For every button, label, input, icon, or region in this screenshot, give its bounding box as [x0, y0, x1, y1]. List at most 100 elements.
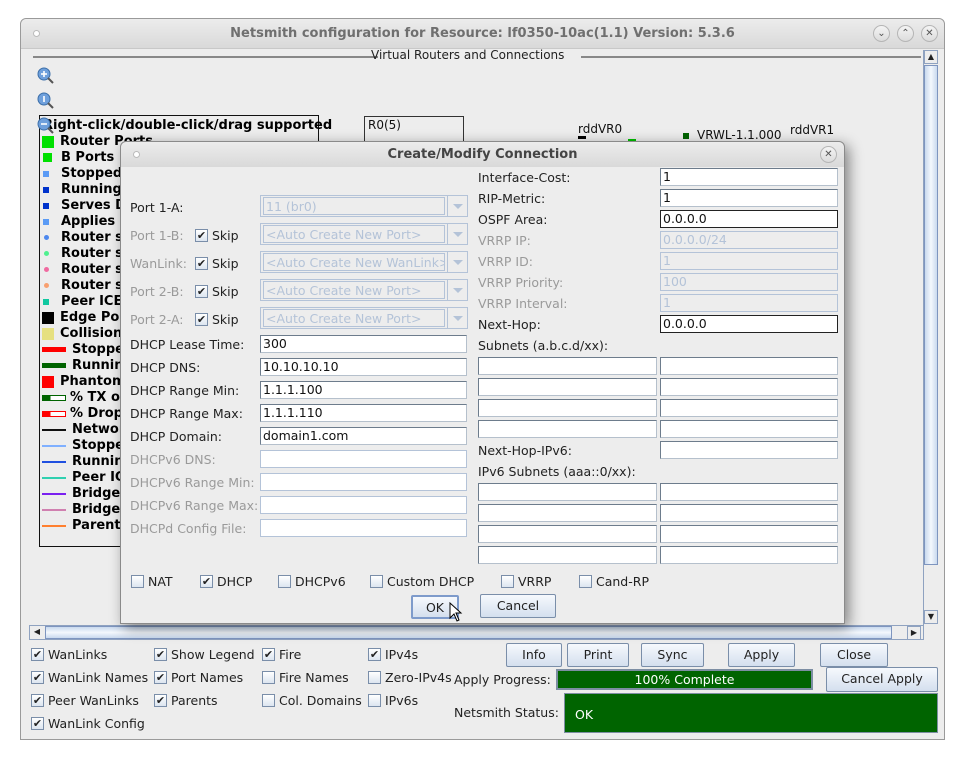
ipv6-subnet-input[interactable]	[660, 483, 838, 501]
port1b-select[interactable]: <Auto Create New Port>	[260, 223, 468, 245]
node-label-rddvr1[interactable]: rddVR1	[790, 123, 834, 137]
zoom-out-icon[interactable]	[37, 117, 55, 135]
port1a-select[interactable]: 11 (br0)	[260, 195, 468, 217]
ipv6-subnet-input[interactable]	[478, 504, 657, 522]
ospf-area-input[interactable]: 0.0.0.0	[660, 210, 838, 228]
wanlink-label[interactable]: VRWL-1.1.000	[697, 128, 782, 142]
vertical-scroll-thumb[interactable]	[924, 65, 938, 565]
col-domains-checkbox[interactable]	[262, 694, 275, 707]
print-button[interactable]: Print	[567, 643, 629, 667]
subnet-input[interactable]	[478, 420, 657, 438]
scroll-right-button[interactable]: ▶	[907, 626, 921, 640]
wanlink-select[interactable]: <Auto Create New WanLink>	[260, 251, 468, 273]
dialog-title-bar[interactable]: Create/Modify Connection ✕	[121, 142, 844, 167]
ipv4s-checkbox[interactable]: ✔	[368, 648, 381, 661]
legend-swatch-icon	[42, 428, 66, 431]
next-hop-input[interactable]: 0.0.0.0	[660, 315, 838, 333]
vrrp-ip-input[interactable]: 0.0.0.0/24	[660, 231, 838, 249]
port1b-skip-checkbox[interactable]: ✔	[195, 229, 208, 242]
vrrp-id-input[interactable]: 1	[660, 252, 838, 270]
ipv6-subnet-input[interactable]	[660, 546, 838, 564]
subnet-input[interactable]	[660, 399, 838, 417]
show-legend-checkbox[interactable]: ✔	[154, 648, 167, 661]
legend-swatch-icon	[42, 363, 66, 368]
peer-wanlinks-checkbox[interactable]: ✔	[31, 694, 44, 707]
dhcp-dns-input[interactable]: 10.10.10.10	[260, 358, 467, 376]
legend-swatch-icon	[43, 170, 49, 177]
dhcp-range-min-input[interactable]: 1.1.1.100	[260, 381, 467, 399]
option-dhcp-checkbox[interactable]: ✔	[200, 575, 213, 588]
rip-metric-input[interactable]: 1	[660, 189, 838, 207]
vrrp-priority-input[interactable]: 100	[660, 273, 838, 291]
option-nat-checkbox[interactable]	[131, 575, 144, 588]
option-cand-rp-checkbox[interactable]	[579, 575, 592, 588]
dhcp-range-max-input[interactable]: 1.1.1.110	[260, 404, 467, 422]
port2a-skip-checkbox[interactable]: ✔	[195, 313, 208, 326]
ipv6-subnet-input[interactable]	[660, 525, 838, 543]
dhcpv6-range-max-input[interactable]	[260, 496, 467, 514]
zero-ipv4s-checkbox[interactable]	[368, 671, 381, 684]
scroll-left-button[interactable]: ◀	[30, 626, 44, 640]
wanlink-skip-checkbox[interactable]: ✔	[195, 257, 208, 270]
maximize-button[interactable]: ⌃	[897, 25, 914, 42]
wanlink-config-checkbox[interactable]: ✔	[31, 717, 44, 730]
subnet-input[interactable]	[660, 420, 838, 438]
subnet-input[interactable]	[478, 399, 657, 417]
close-window-button[interactable]: ✕	[921, 25, 938, 42]
dhcp-lease-input[interactable]: 300	[260, 335, 467, 353]
next-hop-ipv6-input[interactable]	[660, 441, 838, 459]
vrrp-interval-input[interactable]: 1	[660, 294, 838, 312]
option-dhcpv6-checkbox[interactable]	[278, 575, 291, 588]
chevron-down-icon[interactable]	[447, 224, 467, 244]
title-bar[interactable]: Netsmith configuration for Resource: lf0…	[21, 19, 944, 49]
cancel-apply-button[interactable]: Cancel Apply	[826, 667, 938, 692]
zoom-in-icon[interactable]	[37, 67, 55, 85]
fire-names-checkbox[interactable]	[262, 671, 275, 684]
chevron-down-icon[interactable]	[447, 252, 467, 272]
subnet-input[interactable]	[660, 357, 838, 375]
ipv6-subnet-input[interactable]	[660, 504, 838, 522]
dhcpv6-range-min-input[interactable]	[260, 473, 467, 491]
option-custom-dhcp-checkbox[interactable]	[370, 575, 383, 588]
zoom-reset-icon[interactable]	[37, 92, 55, 110]
wanlinks-checkbox[interactable]: ✔	[31, 648, 44, 661]
option-label: NAT	[148, 574, 173, 589]
horizontal-scroll-thumb[interactable]	[45, 626, 892, 639]
subnet-input[interactable]	[660, 378, 838, 396]
port2b-select[interactable]: <Auto Create New Port>	[260, 279, 468, 301]
chevron-down-icon[interactable]	[447, 196, 467, 216]
close-button[interactable]: Close	[820, 643, 888, 667]
minimize-button[interactable]: ⌄	[873, 25, 890, 42]
subnet-input[interactable]	[478, 378, 657, 396]
apply-button[interactable]: Apply	[728, 643, 795, 667]
subnet-input[interactable]	[478, 357, 657, 375]
chevron-down-icon[interactable]	[447, 280, 467, 300]
legend-item: Running	[42, 182, 122, 197]
parents-checkbox[interactable]: ✔	[154, 694, 167, 707]
scroll-up-button[interactable]: ▲	[924, 50, 938, 64]
node-label-rddvr0[interactable]: rddVR0	[578, 122, 622, 136]
port-names-checkbox[interactable]: ✔	[154, 671, 167, 684]
dhcpd-config-file-input[interactable]	[260, 519, 467, 537]
port2a-select[interactable]: <Auto Create New Port>	[260, 307, 468, 329]
router-box-label: R0(5)	[368, 118, 401, 132]
dhcp-domain-input[interactable]: domain1.com	[260, 427, 467, 445]
scroll-down-button[interactable]: ▼	[924, 610, 938, 624]
port2b-skip-checkbox[interactable]: ✔	[195, 285, 208, 298]
option-vrrp-checkbox[interactable]	[501, 575, 514, 588]
cancel-button[interactable]: Cancel	[480, 594, 556, 618]
ipv6-subnet-input[interactable]	[478, 483, 657, 501]
info-button[interactable]: Info	[506, 643, 562, 667]
apply-progress-bar: 100% Complete	[556, 669, 813, 690]
dhcpv6-dns-input[interactable]	[260, 450, 467, 468]
wanlink-names-checkbox[interactable]: ✔	[31, 671, 44, 684]
sync-button[interactable]: Sync	[641, 643, 704, 667]
option-label: Custom DHCP	[387, 574, 475, 589]
dialog-close-button[interactable]: ✕	[820, 146, 837, 163]
interface-cost-input[interactable]: 1	[660, 168, 838, 186]
ipv6-subnet-input[interactable]	[478, 525, 657, 543]
ipv6s-checkbox[interactable]	[368, 694, 381, 707]
fire-checkbox[interactable]: ✔	[262, 648, 275, 661]
chevron-down-icon[interactable]	[447, 308, 467, 328]
ipv6-subnet-input[interactable]	[478, 546, 657, 564]
